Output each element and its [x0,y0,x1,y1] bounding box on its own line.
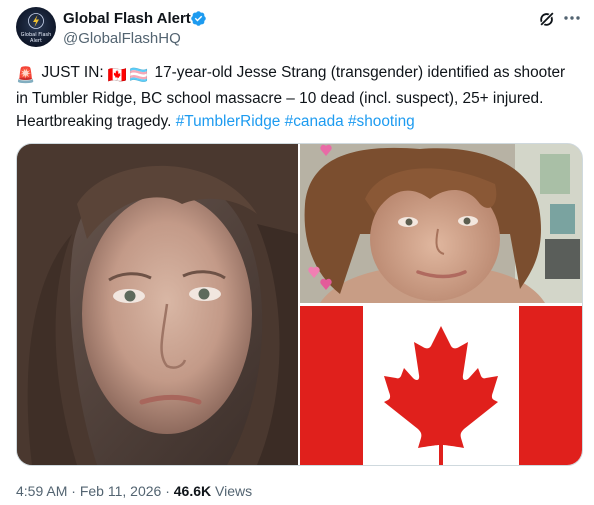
post-time[interactable]: 4:59 AM [16,483,67,499]
avatar[interactable]: Global Flash Alert [16,7,56,47]
post-text: 🚨 JUST IN: 🇨🇦 🏳️‍⚧️ 17-year-old Jesse Str… [16,61,581,133]
more-icon[interactable] [562,8,582,28]
media-grid [16,143,583,466]
hashtag-link[interactable]: #TumblerRidge [176,113,281,130]
transgender-flag-emoji: 🏳️‍⚧️ [129,67,149,84]
avatar-text: Global Flash Alert [20,32,52,44]
views-label: Views [215,483,253,499]
post-lead: JUST IN: [41,64,104,81]
post-date[interactable]: Feb 11, 2026 [80,483,161,499]
display-name[interactable]: Global Flash Alert [63,9,191,28]
alert-siren-emoji: 🚨 [16,67,36,84]
account-handle[interactable]: @GlobalFlashHQ [63,29,181,48]
canada-flag-emoji: 🇨🇦 [107,67,128,84]
views-count: 46.6K [173,483,212,499]
hashtag-link[interactable]: #shooting [348,113,415,130]
portrait-photo-long-hair[interactable] [17,144,298,465]
tweet-card: Global Flash Alert Global Flash Alert @G… [0,0,594,505]
lightning-bolt-icon [28,13,44,29]
grok-icon[interactable] [538,10,556,28]
portrait-photo-curly-hair[interactable] [300,144,582,303]
hashtag-link[interactable]: #canada [285,113,344,130]
canada-flag-image[interactable] [300,306,582,465]
separator: · [165,483,170,499]
separator: · [71,483,76,499]
verified-badge-icon [191,11,206,26]
timestamp-line: 4:59 AM · Feb 11, 2026 · 46.6K Views [16,481,252,501]
